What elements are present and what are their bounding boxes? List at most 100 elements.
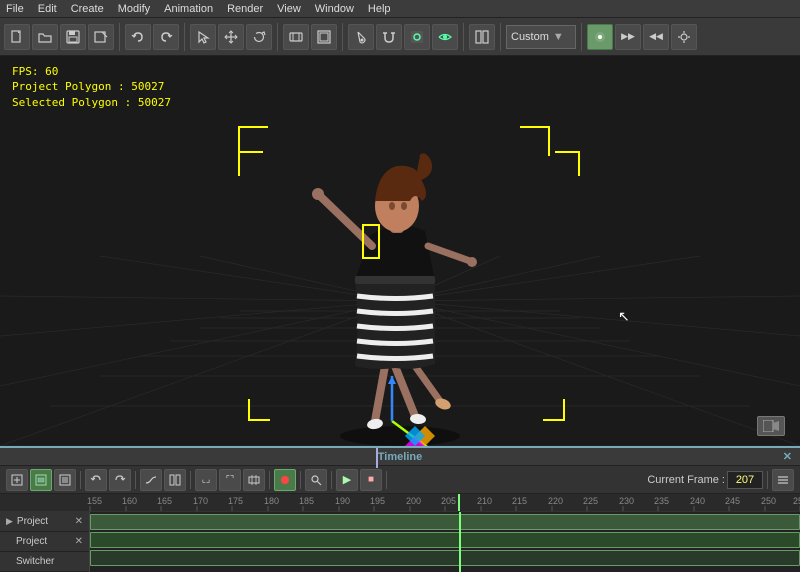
svg-text:235: 235 (654, 496, 669, 506)
menu-window[interactable]: Window (313, 3, 356, 15)
save-button[interactable] (60, 24, 86, 50)
svg-text:210: 210 (477, 496, 492, 506)
play-button[interactable]: ▶ (336, 469, 358, 491)
svg-text:230: 230 (619, 496, 634, 506)
layout-button[interactable] (469, 24, 495, 50)
track-bar-1[interactable] (90, 514, 800, 530)
track-project-label: Project (17, 516, 48, 527)
timeline-header: Timeline ✕ (0, 446, 800, 466)
main-toolbar: Custom ▼ ▶▶ ◀◀ (0, 18, 800, 56)
svg-text:195: 195 (370, 496, 385, 506)
magnet-button[interactable] (376, 24, 402, 50)
track-label-switcher: Switcher (0, 552, 89, 572)
anim-sep2 (135, 471, 136, 489)
menu-edit[interactable]: Edit (36, 3, 59, 15)
track-close-icon[interactable]: ✕ (75, 516, 83, 527)
import-button[interactable] (88, 24, 114, 50)
render-btn[interactable] (404, 24, 430, 50)
menu-modify[interactable]: Modify (116, 3, 152, 15)
anim-layout-btn[interactable] (164, 469, 186, 491)
redo-button[interactable] (153, 24, 179, 50)
track-label-project-root: ▶ Project ✕ (0, 512, 89, 532)
current-frame-input[interactable] (727, 471, 763, 489)
anim-sep8 (767, 471, 768, 489)
settings-btn[interactable] (671, 24, 697, 50)
anim-options-btn[interactable] (772, 469, 794, 491)
character-svg (200, 106, 600, 446)
svg-text:220: 220 (548, 496, 563, 506)
anim-insert-btn[interactable]: ⌞⌟ (195, 469, 217, 491)
open-button[interactable] (32, 24, 58, 50)
menu-help[interactable]: Help (366, 3, 393, 15)
sep3 (277, 23, 278, 51)
current-frame-label: Current Frame : (647, 474, 725, 486)
svg-text:185: 185 (299, 496, 314, 506)
sep6 (500, 23, 501, 51)
svg-text:200: 200 (406, 496, 421, 506)
chevron-right-btn[interactable]: ▶▶ (615, 24, 641, 50)
anim-new-btn[interactable] (6, 469, 28, 491)
track-bar-3[interactable] (90, 550, 800, 566)
track-label-project: Project ✕ (0, 532, 89, 552)
menu-view[interactable]: View (275, 3, 303, 15)
animation-toolbar: ⌞⌟ ⌜⌝ ▶ ■ Current Frame : (0, 466, 800, 494)
anim-keyframe-btn[interactable] (30, 469, 52, 491)
loop-button[interactable] (283, 24, 309, 50)
eye-button[interactable] (432, 24, 458, 50)
svg-text:255: 255 (793, 496, 800, 506)
sep5 (463, 23, 464, 51)
select-button[interactable] (190, 24, 216, 50)
paint-button[interactable] (348, 24, 374, 50)
menu-create[interactable]: Create (69, 3, 106, 15)
anim-zoom-btn[interactable] (305, 469, 327, 491)
move-button[interactable] (218, 24, 244, 50)
track-bar-2[interactable] (90, 532, 800, 548)
ruler-svg: 155 160 165 170 175 180 185 190 195 200 … (0, 494, 800, 512)
track-project-close-icon[interactable]: ✕ (75, 536, 83, 547)
dropdown-arrow-icon: ▼ (553, 31, 564, 43)
anim-curve-btn[interactable] (140, 469, 162, 491)
svg-text:240: 240 (690, 496, 705, 506)
menu-animation[interactable]: Animation (162, 3, 215, 15)
green-btn-1[interactable] (587, 24, 613, 50)
svg-text:205: 205 (441, 496, 456, 506)
timeline-tracks: ▶ Project ✕ Project ✕ Switcher (0, 512, 800, 572)
anim-redo-btn[interactable] (109, 469, 131, 491)
track-project-sub-label: Project (16, 536, 47, 547)
rotate-button[interactable] (246, 24, 272, 50)
timeline-ruler: 155 160 165 170 175 180 185 190 195 200 … (0, 494, 800, 512)
anim-sep5 (300, 471, 301, 489)
anim-undo-btn[interactable] (85, 469, 107, 491)
viewport[interactable]: FPS: 60 Project Polygon : 50027 Selected… (0, 56, 800, 446)
svg-text:170: 170 (193, 496, 208, 506)
anim-sep6 (331, 471, 332, 489)
video-icon[interactable] (757, 416, 785, 436)
svg-text:225: 225 (583, 496, 598, 506)
svg-text:250: 250 (761, 496, 776, 506)
sep2 (184, 23, 185, 51)
sep7 (581, 23, 582, 51)
menu-bar: File Edit Create Modify Animation Render… (0, 0, 800, 18)
menu-render[interactable]: Render (225, 3, 265, 15)
menu-file[interactable]: File (4, 3, 26, 15)
anim-record-btn[interactable] (274, 469, 296, 491)
track-content-area[interactable] (90, 512, 800, 572)
frame-button[interactable] (311, 24, 337, 50)
track-switcher-label: Switcher (16, 556, 54, 567)
undo-button[interactable] (125, 24, 151, 50)
svg-text:175: 175 (228, 496, 243, 506)
anim-settings-btn[interactable] (54, 469, 76, 491)
new-button[interactable] (4, 24, 30, 50)
track-label-panel: ▶ Project ✕ Project ✕ Switcher (0, 512, 90, 572)
timeline-close-button[interactable]: ✕ (783, 450, 792, 463)
svg-text:215: 215 (512, 496, 527, 506)
hip-handle (362, 224, 380, 259)
svg-text:190: 190 (335, 496, 350, 506)
chevron-left-btn[interactable]: ◀◀ (643, 24, 669, 50)
expand-arrow-icon[interactable]: ▶ (6, 516, 13, 527)
anim-clip-btn[interactable] (243, 469, 265, 491)
anim-bracket-btn[interactable]: ⌜⌝ (219, 469, 241, 491)
workspace-dropdown[interactable]: Custom ▼ (506, 25, 576, 49)
character-figure (200, 106, 600, 446)
stop-button[interactable]: ■ (360, 469, 382, 491)
